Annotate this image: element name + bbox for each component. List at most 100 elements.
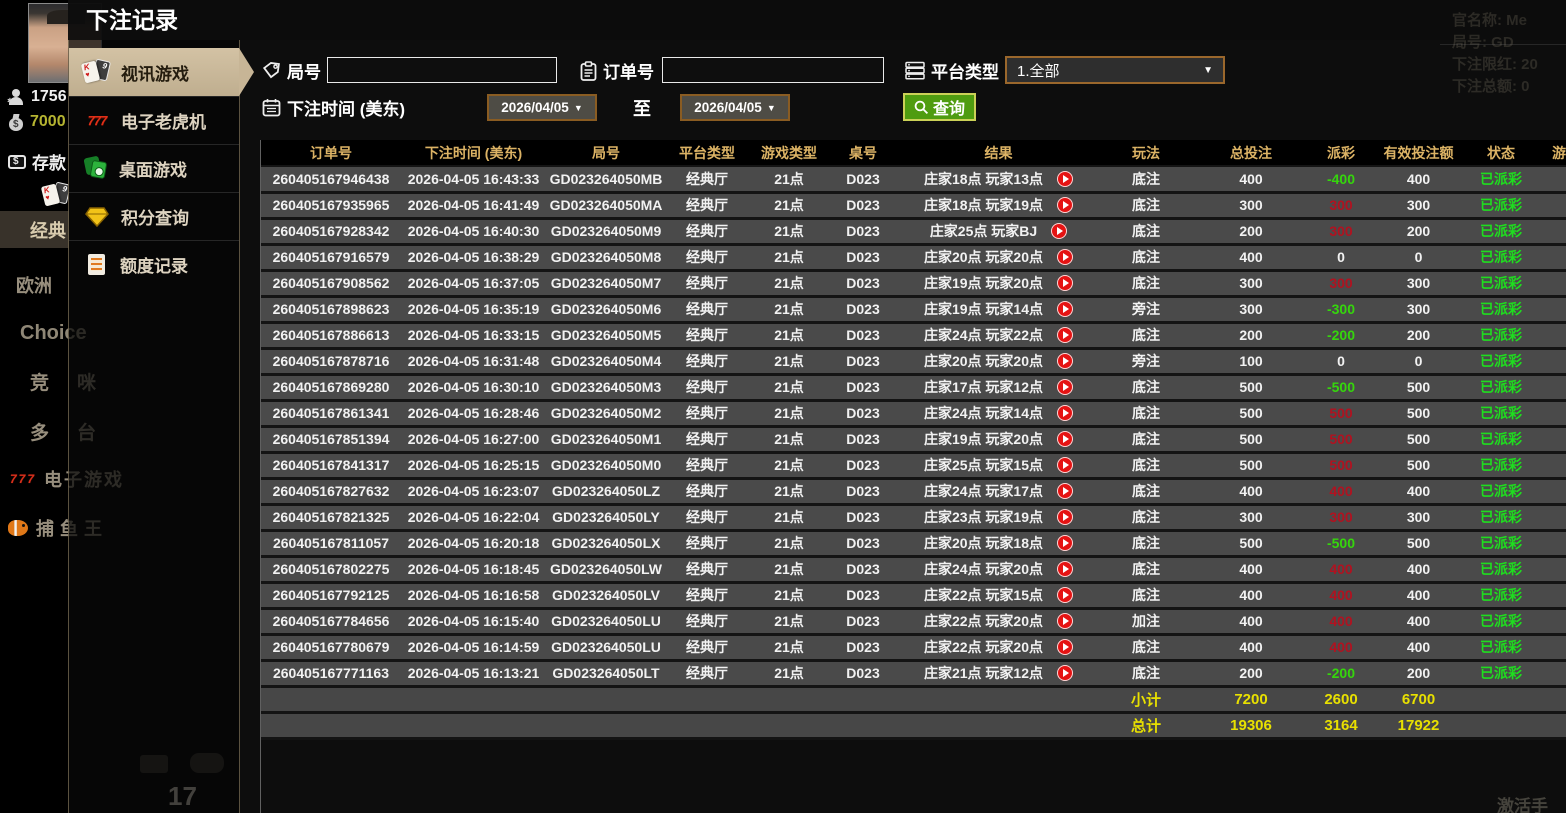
replay-button[interactable] (1051, 223, 1068, 239)
cell-total_bet: 300 (1191, 270, 1311, 298)
replay-button[interactable] (1057, 197, 1074, 213)
sidebar-item-video-games[interactable]: 9 K ♥ 视讯游戏 (69, 48, 254, 96)
cell-table_no: D023 (830, 244, 896, 272)
cell-bet_time: 2026-04-05 16:38:29 (401, 244, 546, 272)
cell-round_id: GD023264050M6 (546, 296, 666, 324)
cell-game_type: 21点 (748, 608, 830, 636)
cell-bet_time: 2026-04-05 16:35:19 (401, 296, 546, 324)
cell-valid_bet: 300 (1371, 504, 1466, 532)
cell-status: 已派彩 (1466, 322, 1536, 350)
cell-play_type: 底注 (1101, 478, 1191, 506)
search-button[interactable]: 查询 (903, 93, 977, 121)
sidebar-item-credit-records[interactable]: 额度记录 (69, 240, 239, 288)
cell-total_bet: 200 (1191, 218, 1311, 246)
cell-valid_bet: 0 (1371, 348, 1466, 376)
replay-button[interactable] (1057, 170, 1074, 187)
bg-watermark: 激活手 (1497, 797, 1548, 813)
cell-valid_bet: 200 (1371, 660, 1466, 688)
cell-table_no: D023 (830, 426, 896, 454)
cell-game_type: 21点 (748, 556, 830, 584)
replay-button[interactable] (1057, 509, 1074, 525)
cell-round_id: GD023264050LU (546, 634, 666, 662)
sidebar-item-table-games[interactable]: 桌面游戏 (69, 144, 239, 192)
cell-play_type: 底注 (1101, 244, 1191, 272)
replay-button[interactable] (1057, 613, 1074, 629)
cell-platform: 经典厅 (666, 348, 748, 376)
replay-button[interactable] (1057, 301, 1074, 317)
cell-platform: 经典厅 (666, 660, 748, 688)
summary-empty (896, 712, 1101, 740)
slot-777-icon: 777 (87, 113, 108, 128)
cell-order_id: 260405167811057 (261, 530, 401, 558)
platform-select[interactable]: 1.全部 ▼ (1005, 56, 1225, 84)
replay-button[interactable] (1057, 431, 1074, 447)
cell-order_id: 260405167908562 (261, 270, 401, 298)
cell-payout: -500 (1311, 530, 1371, 558)
bet-row: 260405167928342 2026-04-05 16:40:30 GD0232… (261, 218, 1566, 246)
replay-button[interactable] (1057, 457, 1074, 473)
sidebar-item-points[interactable]: 积分查询 (69, 192, 239, 240)
deposit-label: 存款 (32, 154, 66, 173)
cell-order_id: 260405167916579 (261, 244, 401, 272)
replay-button[interactable] (1057, 379, 1074, 395)
cell-total_bet: 400 (1191, 166, 1311, 194)
replay-button[interactable] (1057, 353, 1074, 369)
sidebar-item-slots[interactable]: 777 电子老虎机 (69, 96, 239, 144)
replay-button[interactable] (1057, 535, 1074, 551)
cell-result: 庄家24点 玩家14点 (896, 400, 1101, 428)
cell-result: 庄家21点 玩家12点 (896, 660, 1101, 688)
replay-button[interactable] (1057, 561, 1074, 577)
points-gem-icon (82, 206, 112, 227)
replay-button[interactable] (1057, 587, 1074, 603)
cell-platform: 经典厅 (666, 634, 748, 662)
bet-time-filter-label: 下注时间 (美东) (262, 95, 405, 120)
cell-table_no: D023 (830, 218, 896, 246)
cell-platform: 经典厅 (666, 530, 748, 558)
result-text: 庄家22点 玩家15点 (923, 587, 1044, 603)
cell-total_bet: 300 (1191, 192, 1311, 220)
result-text: 庄家20点 玩家20点 (923, 249, 1044, 265)
date-to-picker[interactable]: 2026/04/05 ▼ (680, 94, 790, 121)
cell-valid_bet: 500 (1371, 530, 1466, 558)
cell-round_id: GD023264050LY (546, 504, 666, 532)
cell-game (1536, 270, 1566, 298)
order-input[interactable] (662, 57, 884, 83)
cell-result: 庄家25点 玩家BJ (896, 218, 1101, 246)
cell-table_no: D023 (830, 530, 896, 558)
cell-round_id: GD023264050LZ (546, 478, 666, 506)
replay-button[interactable] (1057, 249, 1074, 265)
cell-payout: 500 (1311, 452, 1371, 480)
bet-row: 260405167898623 2026-04-05 16:35:19 GD0232… (261, 296, 1566, 324)
cell-total_bet: 200 (1191, 660, 1311, 688)
replay-button[interactable] (1057, 405, 1074, 421)
summary-empty (1536, 686, 1566, 714)
summary-empty (830, 686, 896, 714)
sidebar-item-label: 视讯游戏 (121, 64, 189, 84)
replay-button[interactable] (1057, 665, 1074, 681)
slot-777-icon: 777 (10, 472, 37, 486)
date-from-picker[interactable]: 2026/04/05 ▼ (487, 94, 597, 121)
round-input[interactable] (327, 57, 557, 83)
replay-button[interactable] (1057, 275, 1074, 291)
summary-total_bet: 19306 (1191, 712, 1311, 740)
replay-button[interactable] (1057, 483, 1074, 499)
cell-order_id: 260405167780679 (261, 634, 401, 662)
cell-order_id: 260405167886613 (261, 322, 401, 350)
clipboard-icon (580, 60, 597, 81)
replay-button[interactable] (1057, 327, 1074, 343)
cell-platform: 经典厅 (666, 400, 748, 428)
cell-table_no: D023 (830, 504, 896, 532)
cell-bet_time: 2026-04-05 16:28:46 (401, 400, 546, 428)
cell-game (1536, 634, 1566, 662)
cell-game_type: 21点 (748, 426, 830, 454)
date-to-label: 至 (633, 99, 651, 119)
cell-game (1536, 452, 1566, 480)
cell-game (1536, 322, 1566, 350)
cell-play_type: 底注 (1101, 634, 1191, 662)
replay-button[interactable] (1057, 639, 1074, 655)
cell-status: 已派彩 (1466, 348, 1536, 376)
cell-result: 庄家24点 玩家20点 (896, 556, 1101, 584)
cell-order_id: 260405167827632 (261, 478, 401, 506)
cell-status: 已派彩 (1466, 244, 1536, 272)
summary-empty (1536, 712, 1566, 740)
